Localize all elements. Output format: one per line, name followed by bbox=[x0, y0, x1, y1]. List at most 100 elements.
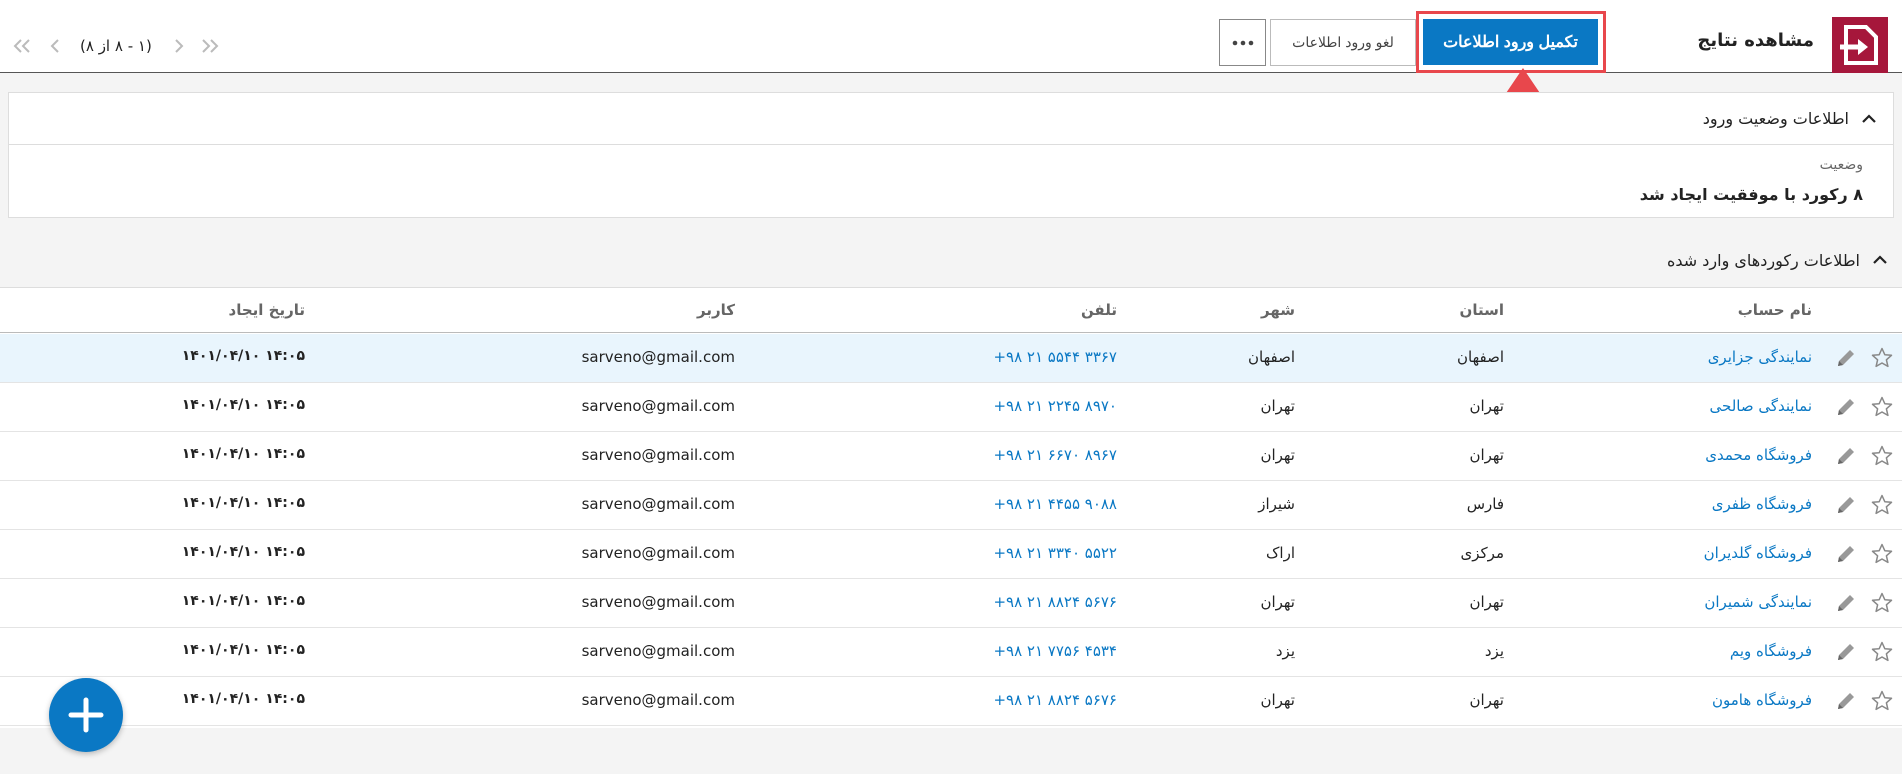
table-row[interactable]: نمایندگی جزایری اصفهان اصفهان +۹۸ ۲۱ ۵۵۴۴ ۳… bbox=[0, 334, 1902, 383]
cancel-import-button[interactable]: لغو ورود اطلاعات bbox=[1270, 19, 1416, 66]
account-name-link[interactable]: فروشگاه محمدی bbox=[1705, 446, 1812, 464]
pencil-icon[interactable] bbox=[1834, 346, 1858, 370]
user-cell: sarveno@gmail.com bbox=[581, 495, 735, 513]
star-outline-icon[interactable] bbox=[1870, 542, 1894, 566]
table-row[interactable]: فروشگاه ظفری فارس شیراز +۹۸ ۲۱ ۴۴۵۵ ۹۰۸۸ sar… bbox=[0, 481, 1902, 530]
table-header: نام حساب استان شهر تلفن کاربر تاریخ ایجا… bbox=[0, 287, 1902, 333]
import-logo-icon bbox=[1832, 17, 1888, 73]
phone-link[interactable]: +۹۸ ۲۱ ۷۷۵۶ ۴۵۳۴ bbox=[993, 642, 1117, 660]
created-date-cell: ۱۴۰۱/۰۴/۱۰ ۱۴:۰۵ bbox=[181, 397, 305, 413]
column-header-city[interactable]: شهر bbox=[1261, 301, 1295, 319]
star-outline-icon[interactable] bbox=[1870, 493, 1894, 517]
table-row[interactable]: نمایندگی شمیران تهران تهران +۹۸ ۲۱ ۸۸۲۴ ۵۶۷… bbox=[0, 579, 1902, 628]
star-outline-icon[interactable] bbox=[1870, 640, 1894, 664]
column-header-created[interactable]: تاریخ ایجاد bbox=[229, 301, 305, 319]
column-header-name[interactable]: نام حساب bbox=[1738, 301, 1812, 319]
user-cell: sarveno@gmail.com bbox=[581, 348, 735, 366]
column-header-phone[interactable]: تلفن bbox=[1081, 301, 1117, 319]
province-cell: فارس bbox=[1466, 495, 1504, 513]
records-section-header: اطلاعات رکوردهای وارد شده bbox=[1667, 247, 1902, 273]
collapse-records-button[interactable] bbox=[1868, 248, 1892, 272]
table-row[interactable]: فروشگاه ویم یزد یزد +۹۸ ۲۱ ۷۷۵۶ ۴۵۳۴ sarveno… bbox=[0, 628, 1902, 677]
phone-link[interactable]: +۹۸ ۲۱ ۶۶۷۰ ۸۹۶۷ bbox=[993, 446, 1117, 464]
user-cell: sarveno@gmail.com bbox=[581, 397, 735, 415]
pencil-icon[interactable] bbox=[1834, 395, 1858, 419]
header-bar: مشاهده نتایج تکمیل ورود اطلاعات لغو ورود… bbox=[0, 0, 1902, 73]
collapse-status-button[interactable] bbox=[1857, 107, 1881, 131]
star-outline-icon[interactable] bbox=[1870, 444, 1894, 468]
next-page-button[interactable] bbox=[168, 34, 190, 58]
star-outline-icon[interactable] bbox=[1870, 689, 1894, 713]
created-date-cell: ۱۴۰۱/۰۴/۱۰ ۱۴:۰۵ bbox=[181, 495, 305, 511]
add-record-button[interactable] bbox=[49, 678, 123, 752]
created-date-cell: ۱۴۰۱/۰۴/۱۰ ۱۴:۰۵ bbox=[181, 691, 305, 707]
account-name-link[interactable]: فروشگاه هامون bbox=[1712, 691, 1812, 709]
star-outline-icon[interactable] bbox=[1870, 346, 1894, 370]
last-page-button[interactable] bbox=[196, 34, 224, 58]
chevron-right-icon bbox=[175, 39, 184, 53]
column-header-province[interactable]: استان bbox=[1460, 301, 1504, 319]
records-table: نام حساب استان شهر تلفن کاربر تاریخ ایجا… bbox=[0, 287, 1902, 728]
chevron-up-icon bbox=[1862, 113, 1876, 123]
pager-count: (۱ - ۸ از ۸) bbox=[80, 37, 152, 55]
user-cell: sarveno@gmail.com bbox=[581, 691, 735, 709]
phone-link[interactable]: +۹۸ ۲۱ ۵۵۴۴ ۳۳۶۷ bbox=[993, 348, 1117, 366]
table-row[interactable]: فروشگاه هامون تهران تهران +۹۸ ۲۱ ۸۸۲۴ ۵۶۷۶ s… bbox=[0, 677, 1902, 726]
city-cell: تهران bbox=[1260, 593, 1295, 611]
phone-link[interactable]: +۹۸ ۲۱ ۳۳۴۰ ۵۵۲۲ bbox=[993, 544, 1117, 562]
table-row[interactable]: نمایندگی صالحی تهران تهران +۹۸ ۲۱ ۲۲۴۵ ۸۹۷۰… bbox=[0, 383, 1902, 432]
first-page-button[interactable] bbox=[8, 34, 36, 58]
phone-link[interactable]: +۹۸ ۲۱ ۸۸۲۴ ۵۶۷۶ bbox=[993, 691, 1117, 709]
province-cell: تهران bbox=[1469, 446, 1504, 464]
pencil-icon[interactable] bbox=[1834, 444, 1858, 468]
account-name-link[interactable]: فروشگاه ظفری bbox=[1712, 495, 1812, 513]
account-name-link[interactable]: نمایندگی صالحی bbox=[1710, 397, 1812, 415]
account-name-link[interactable]: نمایندگی شمیران bbox=[1704, 593, 1812, 611]
chevron-up-icon bbox=[1873, 255, 1887, 264]
pencil-icon[interactable] bbox=[1834, 542, 1858, 566]
pagination: (۱ - ۸ از ۸) bbox=[0, 34, 240, 58]
more-horizontal-icon bbox=[1232, 40, 1253, 45]
records-section-title: اطلاعات رکوردهای وارد شده bbox=[1667, 250, 1860, 270]
city-cell: یزد bbox=[1275, 642, 1295, 660]
complete-import-button[interactable]: تکمیل ورود اطلاعات bbox=[1423, 19, 1598, 65]
city-cell: تهران bbox=[1260, 691, 1295, 709]
app-root: مشاهده نتایج تکمیل ورود اطلاعات لغو ورود… bbox=[0, 0, 1902, 774]
created-date-cell: ۱۴۰۱/۰۴/۱۰ ۱۴:۰۵ bbox=[181, 348, 305, 364]
import-status-panel-header: اطلاعات وضعیت ورود bbox=[9, 93, 1893, 145]
table-row[interactable]: فروشگاه گلدیران مرکزی اراک +۹۸ ۲۱ ۳۳۴۰ ۵۵۲۲… bbox=[0, 530, 1902, 579]
pencil-icon[interactable] bbox=[1834, 689, 1858, 713]
province-cell: مرکزی bbox=[1460, 544, 1504, 562]
more-options-button[interactable] bbox=[1219, 19, 1266, 66]
phone-link[interactable]: +۹۸ ۲۱ ۴۴۵۵ ۹۰۸۸ bbox=[993, 495, 1117, 513]
province-cell: تهران bbox=[1469, 593, 1504, 611]
account-name-link[interactable]: فروشگاه گلدیران bbox=[1704, 544, 1812, 562]
province-cell: تهران bbox=[1469, 691, 1504, 709]
account-name-link[interactable]: نمایندگی جزایری bbox=[1708, 348, 1812, 366]
phone-link[interactable]: +۹۸ ۲۱ ۸۸۲۴ ۵۶۷۶ bbox=[993, 593, 1117, 611]
city-cell: اصفهان bbox=[1248, 348, 1295, 366]
created-date-cell: ۱۴۰۱/۰۴/۱۰ ۱۴:۰۵ bbox=[181, 642, 305, 658]
import-status-title: اطلاعات وضعیت ورود bbox=[1702, 109, 1849, 128]
table-row[interactable]: فروشگاه محمدی تهران تهران +۹۸ ۲۱ ۶۶۷۰ ۸۹۶۷ s… bbox=[0, 432, 1902, 481]
created-date-cell: ۱۴۰۱/۰۴/۱۰ ۱۴:۰۵ bbox=[181, 544, 305, 560]
city-cell: تهران bbox=[1260, 446, 1295, 464]
pencil-icon[interactable] bbox=[1834, 591, 1858, 615]
city-cell: اراک bbox=[1265, 544, 1295, 562]
double-chevron-right-icon bbox=[202, 39, 219, 53]
status-field-label: وضعیت bbox=[1819, 157, 1863, 173]
pencil-icon[interactable] bbox=[1834, 640, 1858, 664]
page-title: مشاهده نتایج bbox=[1697, 30, 1814, 51]
prev-page-button[interactable] bbox=[44, 34, 66, 58]
user-cell: sarveno@gmail.com bbox=[581, 446, 735, 464]
account-name-link[interactable]: فروشگاه ویم bbox=[1730, 642, 1812, 660]
province-cell: یزد bbox=[1484, 642, 1504, 660]
city-cell: شیراز bbox=[1258, 495, 1295, 513]
pencil-icon[interactable] bbox=[1834, 493, 1858, 517]
double-chevron-left-icon bbox=[13, 39, 30, 53]
phone-link[interactable]: +۹۸ ۲۱ ۲۲۴۵ ۸۹۷۰ bbox=[993, 397, 1117, 415]
column-header-user[interactable]: کاربر bbox=[697, 301, 735, 319]
star-outline-icon[interactable] bbox=[1870, 395, 1894, 419]
user-cell: sarveno@gmail.com bbox=[581, 642, 735, 660]
star-outline-icon[interactable] bbox=[1870, 591, 1894, 615]
